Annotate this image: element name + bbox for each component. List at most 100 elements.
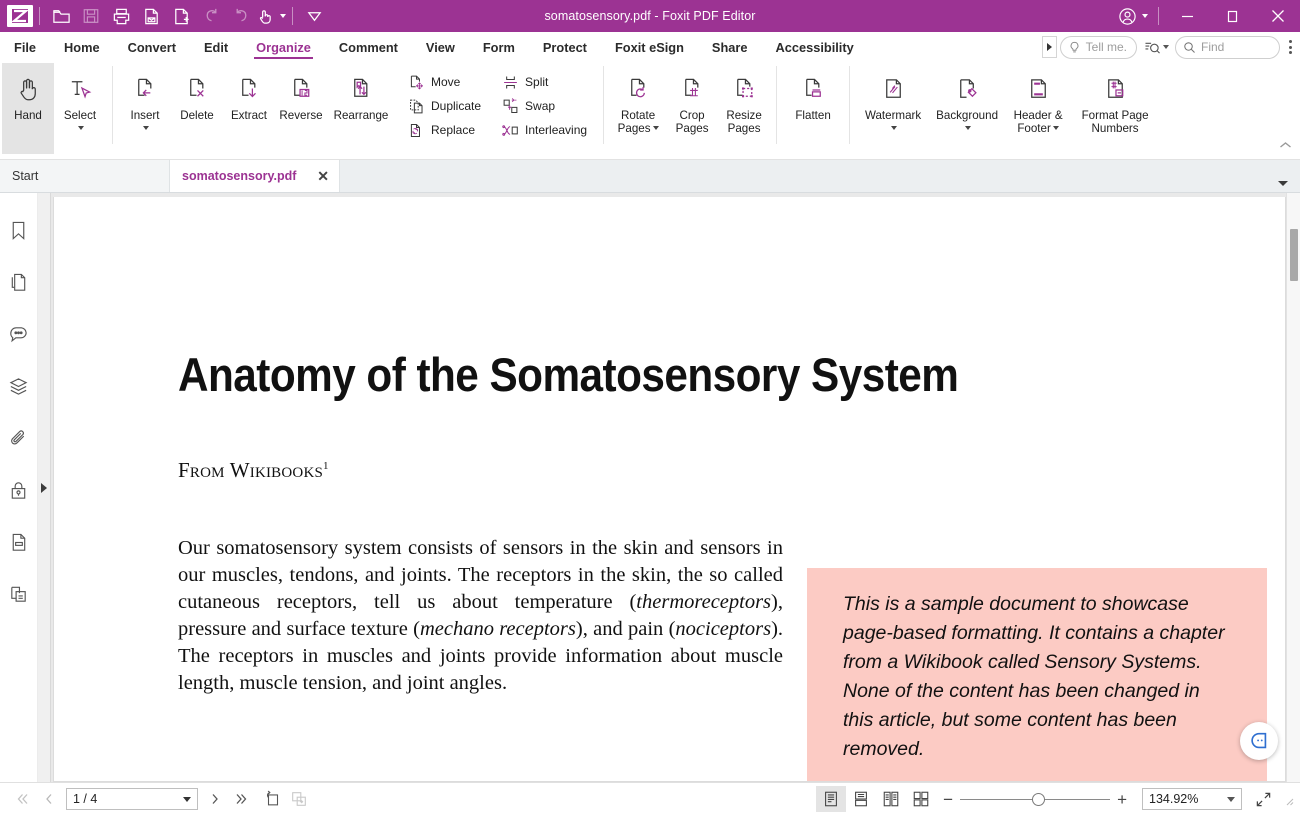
- menu-tab-organize[interactable]: Organize: [242, 32, 325, 62]
- save-file-icon[interactable]: [76, 3, 106, 29]
- move-pages-button[interactable]: Move: [403, 71, 487, 93]
- interleaving-button[interactable]: Interleaving: [497, 119, 593, 141]
- ai-assistant-button[interactable]: [1240, 722, 1278, 760]
- first-page-button[interactable]: [10, 786, 36, 812]
- zoom-level-input[interactable]: 134.92%: [1142, 788, 1242, 810]
- extract-page-icon: [236, 70, 263, 108]
- next-page-button[interactable]: [202, 786, 228, 812]
- zoom-slider[interactable]: [960, 789, 1111, 809]
- insert-pages-dropdown[interactable]: [141, 122, 149, 134]
- menu-tab-accessibility[interactable]: Accessibility: [762, 32, 868, 62]
- account-caret-icon[interactable]: [1142, 14, 1148, 18]
- tab-close-icon[interactable]: ✕: [297, 169, 329, 183]
- chevron-down-icon[interactable]: [1227, 796, 1235, 802]
- close-button[interactable]: [1255, 0, 1300, 32]
- chevron-down-icon[interactable]: [183, 796, 191, 802]
- single-page-view-button[interactable]: [816, 786, 847, 812]
- minimize-button[interactable]: [1165, 0, 1210, 32]
- menu-tab-home[interactable]: Home: [50, 32, 114, 62]
- select-tool-button[interactable]: Select: [54, 63, 106, 154]
- attachments-icon[interactable]: [4, 419, 34, 457]
- reverse-pages-button[interactable]: Reverse: [275, 63, 327, 154]
- menu-tab-share[interactable]: Share: [698, 32, 762, 62]
- page-number-input[interactable]: 1 / 4: [66, 788, 198, 810]
- watermark-dropdown[interactable]: [889, 122, 898, 134]
- tab-list-dropdown[interactable]: [1278, 181, 1300, 192]
- undo-icon[interactable]: [196, 3, 226, 29]
- page-thumbnails-icon[interactable]: [4, 263, 34, 301]
- reflow-view-button[interactable]: [286, 786, 312, 812]
- redo-icon[interactable]: [226, 3, 256, 29]
- open-file-icon[interactable]: [46, 3, 76, 29]
- previous-page-button[interactable]: [36, 786, 62, 812]
- print-file-icon[interactable]: [106, 3, 136, 29]
- move-pages-label: Move: [431, 75, 461, 89]
- email-file-icon[interactable]: [136, 3, 166, 29]
- chevron-down-icon[interactable]: [652, 125, 659, 130]
- customize-toolbar-icon[interactable]: [299, 3, 329, 29]
- stamps-icon[interactable]: [4, 575, 34, 613]
- layers-icon[interactable]: [4, 367, 34, 405]
- hand-tool-button[interactable]: Hand: [2, 63, 54, 154]
- search-options-button[interactable]: [1144, 40, 1169, 55]
- select-tool-dropdown[interactable]: [76, 122, 84, 134]
- more-options-icon[interactable]: [1289, 40, 1292, 54]
- rearrange-pages-button[interactable]: Rearrange: [327, 63, 395, 154]
- account-button[interactable]: [1110, 7, 1152, 26]
- watermark-button[interactable]: Watermark: [856, 63, 930, 154]
- fields-icon[interactable]: [4, 523, 34, 561]
- restore-button[interactable]: [1210, 0, 1255, 32]
- replace-pages-button[interactable]: Replace: [403, 119, 487, 141]
- resize-grip-icon[interactable]: [1282, 793, 1294, 806]
- continuous-facing-view-button[interactable]: [906, 786, 936, 812]
- header-footer-button[interactable]: Header & Footer: [1004, 63, 1072, 154]
- menu-tab-file[interactable]: File: [0, 32, 50, 62]
- security-icon[interactable]: [4, 471, 34, 509]
- zoom-slider-knob[interactable]: [1032, 792, 1046, 806]
- crop-pages-button[interactable]: Crop Pages: [666, 63, 718, 154]
- menu-tab-convert[interactable]: Convert: [114, 32, 190, 62]
- zoom-in-button[interactable]: +: [1110, 791, 1134, 808]
- menu-overflow-button[interactable]: [1041, 36, 1057, 58]
- find-box[interactable]: Find: [1175, 35, 1280, 59]
- tell-me-box[interactable]: Tell me.: [1059, 35, 1137, 59]
- vertical-scrollbar[interactable]: [1286, 193, 1300, 782]
- collapse-ribbon-button[interactable]: [1279, 137, 1292, 155]
- delete-pages-button[interactable]: Delete: [171, 63, 223, 154]
- menu-tab-foxit-esign[interactable]: Foxit eSign: [601, 32, 698, 62]
- comments-icon[interactable]: [4, 315, 34, 353]
- menu-tab-view[interactable]: View: [412, 32, 469, 62]
- bookmarks-icon[interactable]: [4, 211, 34, 249]
- scrollbar-thumb[interactable]: [1290, 229, 1298, 281]
- format-page-numbers-button[interactable]: Format Page Numbers: [1072, 63, 1158, 154]
- last-page-button[interactable]: [228, 786, 254, 812]
- touch-mode-icon[interactable]: [256, 3, 286, 29]
- insert-pages-button[interactable]: Insert: [119, 63, 171, 154]
- pane-splitter[interactable]: [38, 193, 51, 782]
- split-pages-button[interactable]: Split: [497, 71, 593, 93]
- document-viewer[interactable]: Anatomy of the Somatosensory System From…: [51, 193, 1300, 782]
- duplicate-pages-button[interactable]: Duplicate: [403, 95, 487, 117]
- menu-tab-edit[interactable]: Edit: [190, 32, 242, 62]
- menu-tab-form[interactable]: Form: [469, 32, 529, 62]
- extract-pages-button[interactable]: Extract: [223, 63, 275, 154]
- tab-start[interactable]: Start: [0, 160, 170, 192]
- rotate-view-button[interactable]: [260, 786, 286, 812]
- menu-tab-comment[interactable]: Comment: [325, 32, 412, 62]
- facing-view-button[interactable]: [876, 786, 906, 812]
- swap-pages-button[interactable]: Swap: [497, 95, 593, 117]
- chevron-down-icon[interactable]: [1052, 125, 1059, 130]
- search-options-caret-icon[interactable]: [1163, 45, 1169, 49]
- touch-mode-caret-icon[interactable]: [280, 14, 286, 18]
- rotate-pages-button[interactable]: Rotate Pages: [610, 63, 666, 154]
- zoom-out-button[interactable]: −: [936, 791, 960, 808]
- background-dropdown[interactable]: [963, 122, 972, 134]
- resize-pages-button[interactable]: Resize Pages: [718, 63, 770, 154]
- background-button[interactable]: Background: [930, 63, 1004, 154]
- create-pdf-icon[interactable]: [166, 3, 196, 29]
- tab-somatosensory-pdf[interactable]: somatosensory.pdf ✕: [170, 160, 340, 192]
- continuous-view-button[interactable]: [846, 786, 876, 812]
- menu-tab-protect[interactable]: Protect: [529, 32, 601, 62]
- full-screen-button[interactable]: [1248, 786, 1278, 812]
- flatten-button[interactable]: Flatten: [783, 63, 843, 154]
